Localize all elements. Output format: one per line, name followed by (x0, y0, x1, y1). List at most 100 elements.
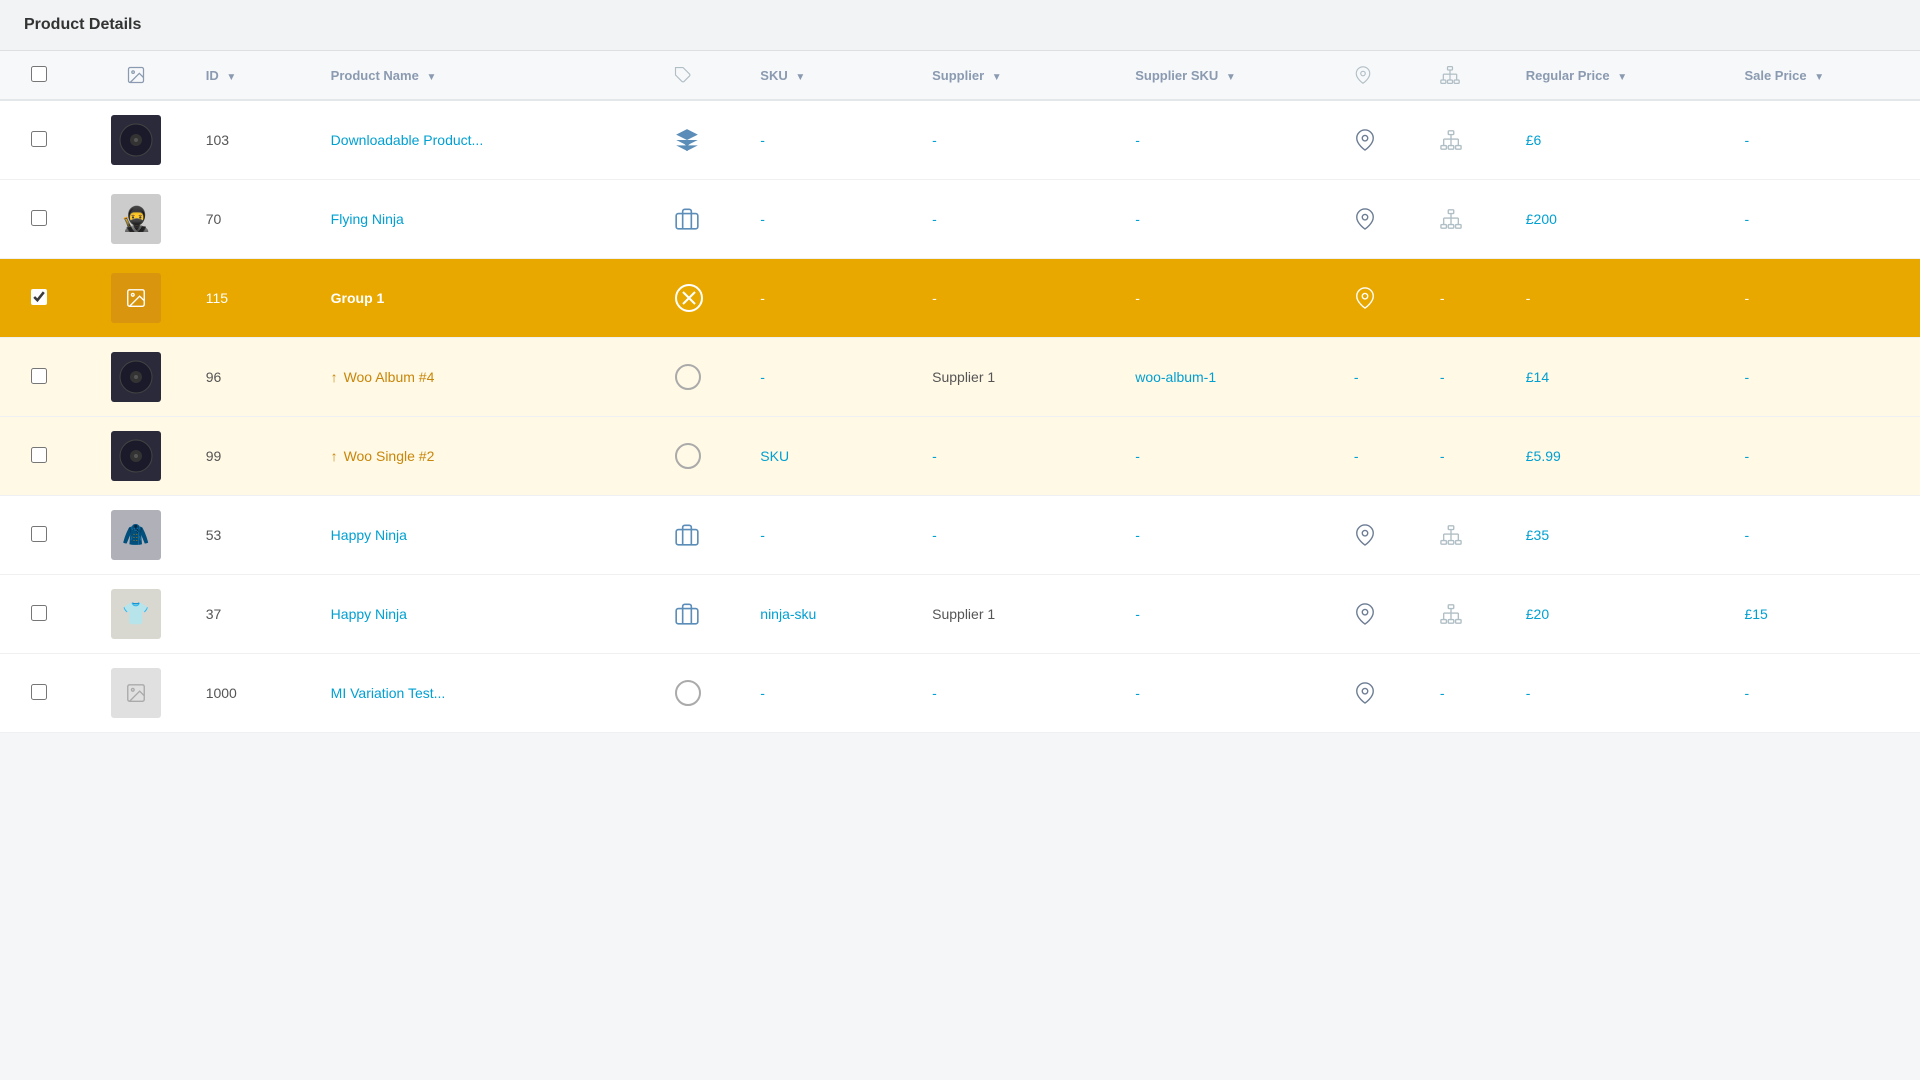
product-image-cell: 👕 (78, 575, 194, 654)
sale-price-cell: - (1732, 338, 1920, 417)
supplier-sku-cell: - (1123, 100, 1342, 180)
tag-icon (674, 66, 692, 84)
product-name-cell[interactable]: Happy Ninja (319, 575, 663, 654)
image-icon (126, 65, 146, 85)
sale-price-cell: - (1732, 180, 1920, 259)
table-row[interactable]: 🧥53Happy Ninja --- £35- (0, 496, 1920, 575)
row-checkbox-cell[interactable] (0, 100, 78, 180)
row-checkbox[interactable] (31, 289, 47, 305)
product-name-link[interactable]: Happy Ninja (331, 606, 407, 622)
hierarchy-cell: - (1428, 654, 1514, 733)
regular-price-cell: £6 (1514, 100, 1733, 180)
hierarchy-cell: - (1428, 338, 1514, 417)
table-row[interactable]: 115Group 1 --- --- (0, 259, 1920, 338)
sale-price-header[interactable]: Sale Price ▼ (1732, 51, 1920, 100)
id-sort-icon: ▼ (226, 72, 236, 83)
table-row[interactable]: 🥷70Flying Ninja --- £200- (0, 180, 1920, 259)
sku-cell: - (748, 338, 920, 417)
regular-price-cell: £20 (1514, 575, 1733, 654)
table-row[interactable]: 👕37Happy Ninja ninja-skuSupplier 1- £20£… (0, 575, 1920, 654)
image-header (78, 51, 194, 100)
row-checkbox-cell[interactable] (0, 496, 78, 575)
table-row[interactable]: 103Downloadable Product... --- £6- (0, 100, 1920, 180)
row-checkbox-cell[interactable] (0, 575, 78, 654)
product-name-link[interactable]: Happy Ninja (331, 527, 407, 543)
row-checkbox[interactable] (31, 210, 47, 226)
product-name-cell[interactable]: Happy Ninja (319, 496, 663, 575)
product-image-cell (78, 338, 194, 417)
supplier-dash: - (932, 132, 937, 148)
product-table: ID ▼ Product Name ▼ SKU ▼ (0, 51, 1920, 733)
supplier-cell: - (920, 417, 1123, 496)
product-type-cell (662, 259, 748, 338)
row-checkbox-cell[interactable] (0, 417, 78, 496)
product-type-cell (662, 100, 748, 180)
row-checkbox-cell[interactable] (0, 654, 78, 733)
hierarchy-cell (1428, 100, 1514, 180)
regular-price-header[interactable]: Regular Price ▼ (1514, 51, 1733, 100)
table-row[interactable]: 96↑ Woo Album #4 -Supplier 1woo-album-1-… (0, 338, 1920, 417)
id-header[interactable]: ID ▼ (194, 51, 319, 100)
location-cell: - (1342, 417, 1428, 496)
sale-price-dash: - (1744, 369, 1749, 385)
product-name-cell[interactable]: ↑ Woo Album #4 (319, 338, 663, 417)
supplier-sku-dash: - (1135, 211, 1140, 227)
sale-price-cell: - (1732, 417, 1920, 496)
sale-price-cell: - (1732, 259, 1920, 338)
product-name-link[interactable]: Woo Single #2 (344, 448, 435, 464)
select-all-header[interactable] (0, 51, 78, 100)
tag-header (662, 51, 748, 100)
row-checkbox[interactable] (31, 131, 47, 147)
row-checkbox[interactable] (31, 526, 47, 542)
supplier-sku-cell: - (1123, 259, 1342, 338)
supplier-sku-cell: - (1123, 654, 1342, 733)
product-name-cell[interactable]: Downloadable Product... (319, 100, 663, 180)
table-row[interactable]: 99↑ Woo Single #2 SKU----£5.99- (0, 417, 1920, 496)
product-name-header[interactable]: Product Name ▼ (319, 51, 663, 100)
sku-header[interactable]: SKU ▼ (748, 51, 920, 100)
product-id-cell: 96 (194, 338, 319, 417)
product-name-link[interactable]: Group 1 (331, 290, 385, 306)
supplier-sku-cell: - (1123, 496, 1342, 575)
supplier-dash: - (932, 527, 937, 543)
location-cell: - (1342, 338, 1428, 417)
product-name-link[interactable]: MI Variation Test... (331, 685, 446, 701)
supplier-cell: - (920, 100, 1123, 180)
row-checkbox[interactable] (31, 447, 47, 463)
row-checkbox[interactable] (31, 684, 47, 700)
location-cell (1342, 496, 1428, 575)
row-checkbox[interactable] (31, 605, 47, 621)
product-name-cell[interactable]: Group 1 (319, 259, 663, 338)
product-name-link[interactable]: Flying Ninja (331, 211, 404, 227)
location-cell (1342, 100, 1428, 180)
sale-price-cell: - (1732, 100, 1920, 180)
product-type-cell (662, 180, 748, 259)
sale-price-dash: - (1744, 527, 1749, 543)
table-row[interactable]: 1000MI Variation Test... --- --- (0, 654, 1920, 733)
product-type-cell (662, 338, 748, 417)
product-name-link[interactable]: Woo Album #4 (344, 369, 435, 385)
sku-dash: - (760, 211, 765, 227)
supplier-cell: - (920, 496, 1123, 575)
product-name-link[interactable]: Downloadable Product... (331, 132, 484, 148)
row-checkbox-cell[interactable] (0, 180, 78, 259)
row-checkbox[interactable] (31, 368, 47, 384)
product-name-cell[interactable]: MI Variation Test... (319, 654, 663, 733)
supplier-sku-header[interactable]: Supplier SKU ▼ (1123, 51, 1342, 100)
row-checkbox-cell[interactable] (0, 259, 78, 338)
supplier-sku-dash: - (1135, 685, 1140, 701)
product-name-cell[interactable]: Flying Ninja (319, 180, 663, 259)
product-table-wrapper: ID ▼ Product Name ▼ SKU ▼ (0, 51, 1920, 733)
supplier-sku-cell: woo-album-1 (1123, 338, 1342, 417)
select-all-checkbox[interactable] (31, 66, 47, 82)
supplier-sku-dash: - (1135, 527, 1140, 543)
sku-cell: - (748, 654, 920, 733)
supplier-sku-cell: - (1123, 417, 1342, 496)
sale-price-sort-icon: ▼ (1814, 72, 1824, 83)
supplier-header[interactable]: Supplier ▼ (920, 51, 1123, 100)
product-type-cell (662, 654, 748, 733)
regular-price-cell: £5.99 (1514, 417, 1733, 496)
product-name-cell[interactable]: ↑ Woo Single #2 (319, 417, 663, 496)
row-checkbox-cell[interactable] (0, 338, 78, 417)
regular-price-cell: £14 (1514, 338, 1733, 417)
